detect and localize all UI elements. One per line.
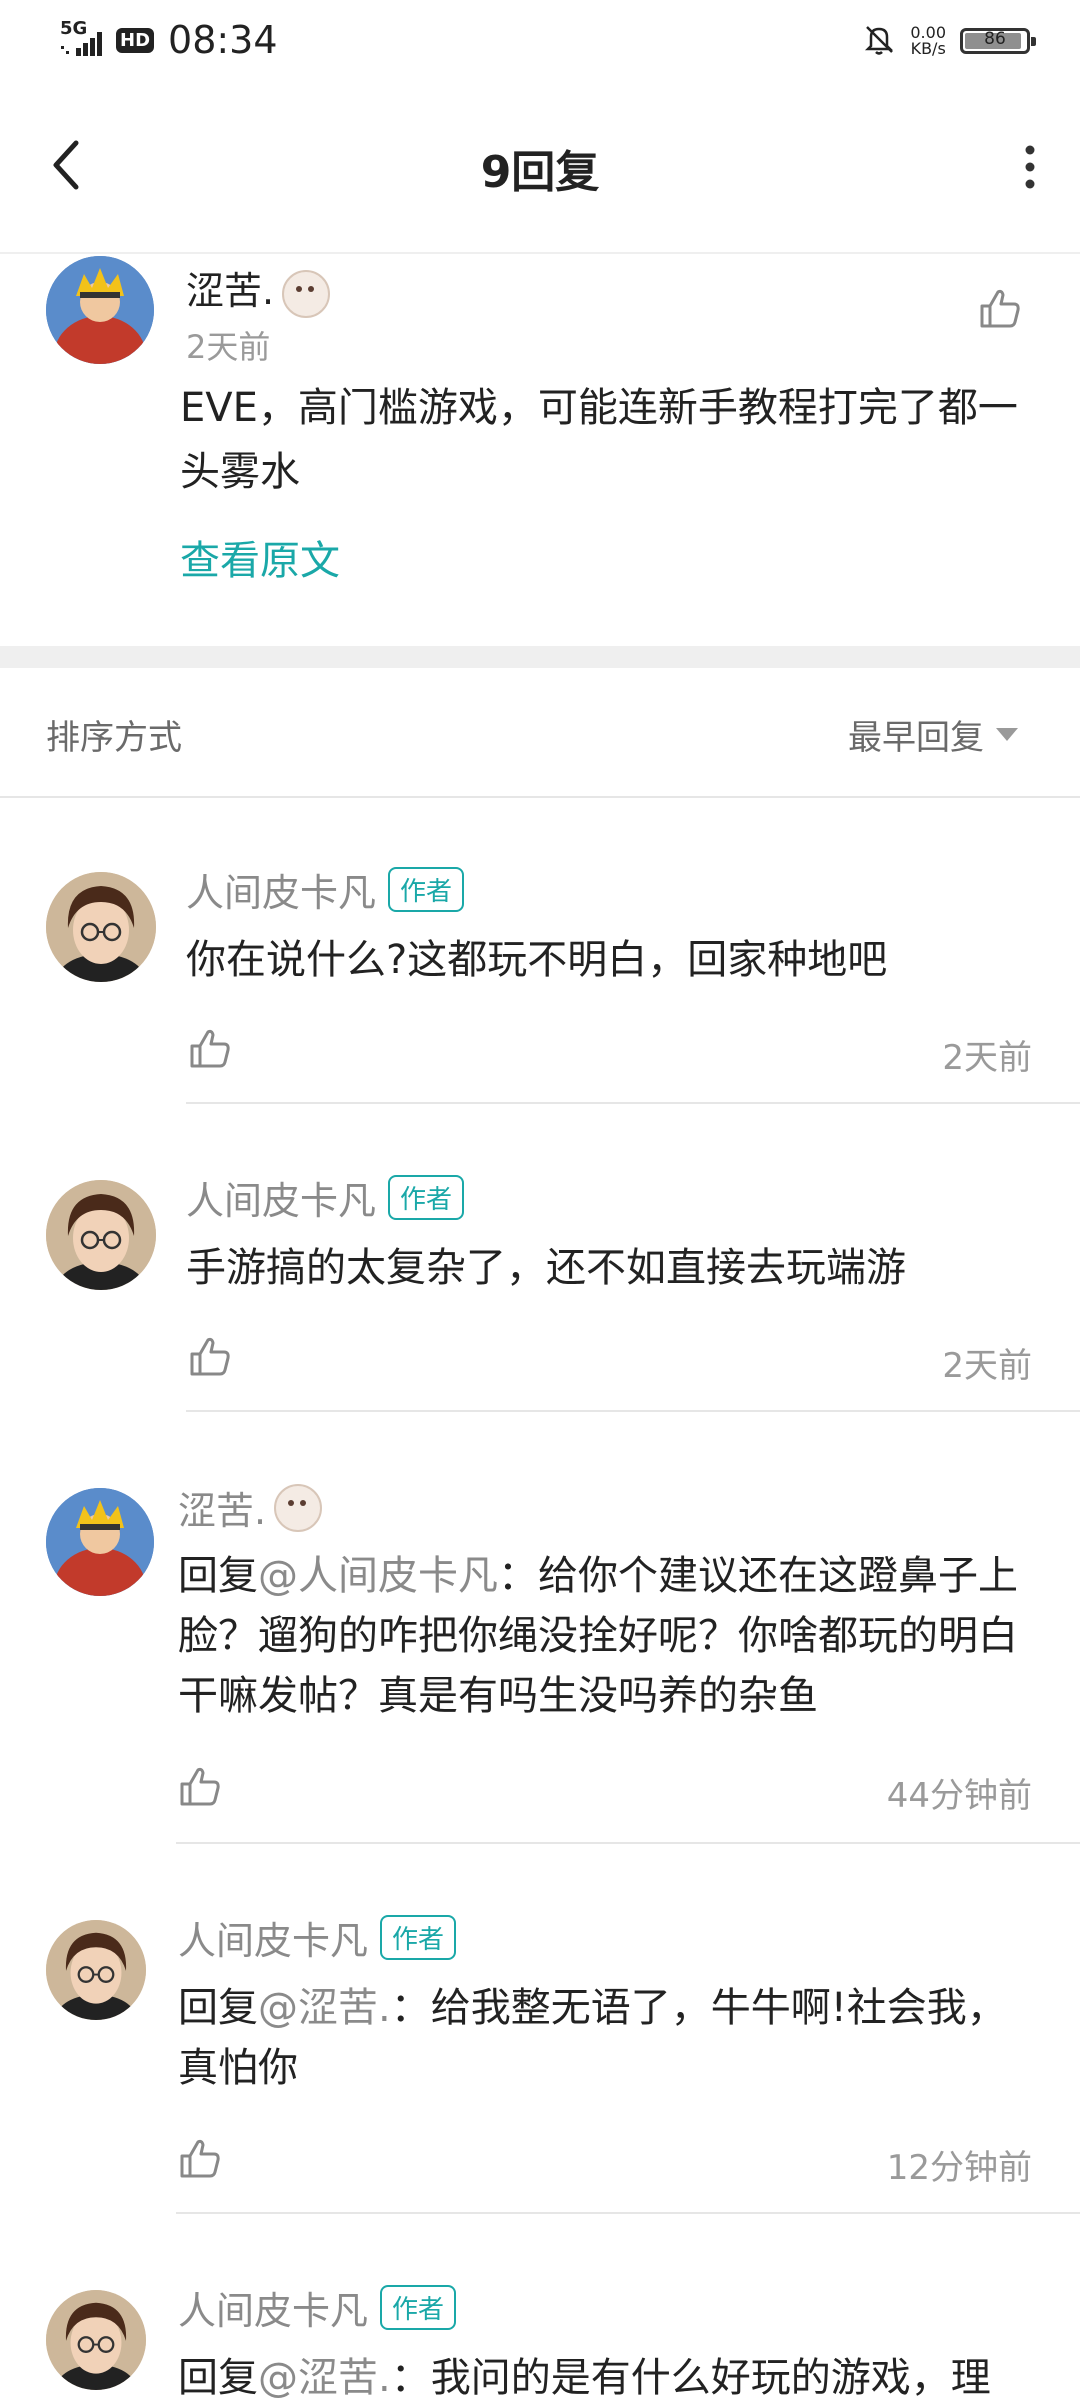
author-tag: 作者 — [380, 2285, 457, 2330]
reply-username-text: 涩苦. — [178, 1489, 267, 1533]
reply-username[interactable]: 人间皮卡凡 作者 — [178, 1910, 457, 1965]
reply-prefix: 回复 — [178, 1985, 258, 2031]
signal-icon: 5G — [60, 18, 108, 58]
mention-link[interactable]: @涩苦. — [258, 1985, 391, 2031]
thumbs-up-icon — [980, 289, 1020, 328]
caret-down-icon — [996, 728, 1018, 741]
avatar[interactable] — [46, 256, 154, 364]
mention-link[interactable]: @涩苦. — [258, 2355, 391, 2401]
author-tag: 作者 — [388, 1175, 465, 1220]
net-speed: 0.00 KB/s — [910, 25, 946, 57]
like-button[interactable] — [186, 1332, 234, 1380]
reply-prefix: 回复 — [178, 2355, 258, 2401]
battery-icon: 86 — [960, 28, 1036, 54]
sort-label: 排序方式 — [46, 718, 182, 758]
reply-prefix: 回复 — [178, 1553, 258, 1599]
reply-text: 回复@涩苦.：给我整无语了，牛牛啊!社会我，真怕你 — [178, 1978, 1038, 2098]
bell-muted-icon — [862, 22, 896, 60]
more-vertical-icon — [1025, 145, 1035, 189]
badge-avatar — [274, 1483, 323, 1532]
author-tag: 作者 — [388, 867, 465, 912]
reply-username-text: 人间皮卡凡 — [186, 1179, 377, 1223]
view-original-link[interactable]: 查看原文 — [180, 528, 340, 586]
title-bar: 9回复 — [0, 80, 1080, 254]
reply-username[interactable]: 人间皮卡凡 作者 — [186, 1170, 465, 1225]
mention-link[interactable]: @人间皮卡凡 — [258, 1553, 498, 1599]
reply-body: ：我问的是有什么好玩的游戏，理 — [390, 2355, 991, 2401]
reply-time: 2天前 — [942, 1038, 1032, 1078]
reply-item: 人间皮卡凡 作者 手游搞的太复杂了，还不如直接去玩端游 2天前 — [0, 1104, 1080, 1412]
reply-item: 人间皮卡凡 作者 回复@涩苦.：我问的是有什么好玩的游戏，理 — [0, 2214, 1080, 2408]
like-button[interactable] — [176, 2134, 224, 2182]
avatar[interactable] — [46, 2290, 146, 2390]
main-comment: 涩苦. 2天前 EVE，高门槛游戏，可能连新手教程打完了都一头雾水 查看原文 — [0, 252, 1080, 646]
net-speed-unit: KB/s — [910, 39, 946, 58]
comment-text: EVE，高门槛游戏，可能连新手教程打完了都一头雾水 — [180, 385, 1018, 495]
avatar[interactable] — [46, 1180, 156, 1290]
reply-text: 回复@人间皮卡凡：给你个建议还在这蹬鼻子上脸？遛狗的咋把你绳没拴好呢？你啥都玩的… — [178, 1546, 1038, 1726]
reply-item: 涩苦. 回复@人间皮卡凡：给你个建议还在这蹬鼻子上脸？遛狗的咋把你绳没拴好呢？你… — [0, 1412, 1080, 1844]
sort-dropdown[interactable]: 最早回复 — [848, 710, 1018, 759]
page-title: 9回复 — [480, 147, 600, 198]
author-tag: 作者 — [380, 1915, 457, 1960]
reply-username[interactable]: 人间皮卡凡 作者 — [186, 862, 465, 917]
reply-username-text: 人间皮卡凡 — [178, 1919, 369, 1963]
username[interactable]: 涩苦. — [186, 260, 331, 318]
reply-time: 2天前 — [942, 1346, 1032, 1386]
status-right: 0.00 KB/s 86 — [862, 22, 1036, 60]
reply-time: 12分钟前 — [886, 2148, 1032, 2188]
hd-badge: HD — [116, 27, 155, 53]
status-left: 5G HD 08:34 — [60, 18, 278, 62]
like-button[interactable] — [186, 1024, 234, 1072]
thumbs-up-icon — [190, 1029, 230, 1068]
reply-text: 你在说什么?这都玩不明白，回家种地吧 — [186, 937, 888, 983]
thumbs-up-icon — [180, 1767, 220, 1806]
reply-text: 手游搞的太复杂了，还不如直接去玩端游 — [186, 1245, 906, 1291]
sort-row: 排序方式 最早回复 — [0, 668, 1080, 798]
avatar[interactable] — [46, 1488, 154, 1596]
reply-username[interactable]: 人间皮卡凡 作者 — [178, 2280, 457, 2335]
reply-text: 回复@涩苦.：我问的是有什么好玩的游戏，理 — [178, 2348, 1038, 2408]
section-divider — [0, 646, 1080, 668]
battery-level: 86 — [984, 29, 1006, 49]
reply-time: 44分钟前 — [886, 1776, 1032, 1816]
thumbs-up-icon — [190, 1337, 230, 1376]
reply-username[interactable]: 涩苦. — [178, 1480, 323, 1535]
reply-username-text: 人间皮卡凡 — [178, 2289, 369, 2333]
status-bar: 5G HD 08:34 0.00 KB/s 86 — [0, 0, 1080, 80]
reply-item: 人间皮卡凡 作者 回复@涩苦.：给我整无语了，牛牛啊!社会我，真怕你 12分钟前 — [0, 1844, 1080, 2214]
thumbs-up-icon — [180, 2139, 220, 2178]
avatar[interactable] — [46, 1920, 146, 2020]
comment-time: 2天前 — [186, 328, 271, 366]
badge-avatar — [282, 269, 331, 318]
sort-value: 最早回复 — [848, 718, 984, 758]
clock: 08:34 — [168, 18, 278, 62]
like-button[interactable] — [976, 284, 1024, 332]
reply-item: 人间皮卡凡 作者 你在说什么?这都玩不明白，回家种地吧 2天前 — [0, 796, 1080, 1104]
avatar[interactable] — [46, 872, 156, 982]
more-button[interactable] — [1010, 142, 1050, 192]
username-text: 涩苦. — [186, 269, 275, 313]
reply-username-text: 人间皮卡凡 — [186, 871, 377, 915]
like-button[interactable] — [176, 1762, 224, 1810]
